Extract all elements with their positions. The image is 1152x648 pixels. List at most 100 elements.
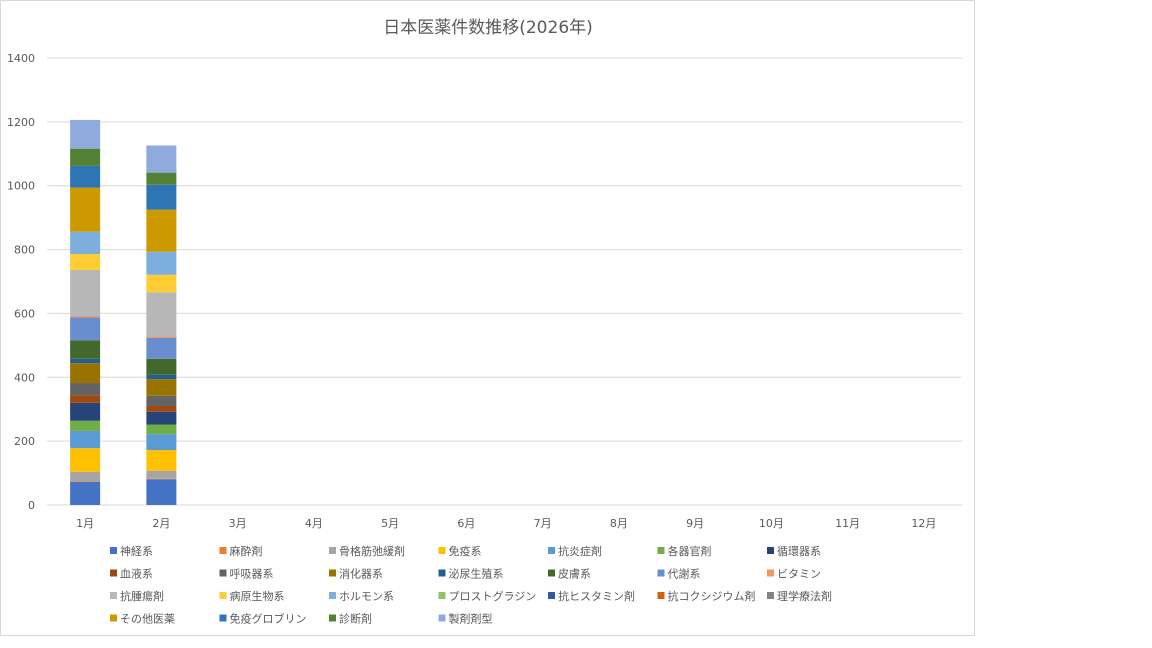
bar-segment — [70, 358, 101, 364]
x-tick-label: 8月 — [610, 517, 628, 530]
bar-segment — [70, 270, 101, 316]
bar-segment — [146, 374, 177, 380]
legend-item: その他医薬 — [110, 613, 175, 626]
legend-item: 代謝系 — [657, 567, 701, 581]
y-tick-label: 800 — [14, 244, 35, 257]
legend-item: 麻酔剤 — [219, 544, 263, 558]
bar-segment — [70, 187, 101, 232]
legend-swatch — [329, 569, 336, 577]
legend-item: 診断剤 — [329, 612, 372, 626]
bar-segment — [70, 317, 101, 341]
legend-item: 皮膚系 — [548, 567, 591, 581]
legend-swatch — [329, 592, 336, 599]
legend-label: プロストグラジン — [449, 589, 537, 603]
legend-swatch — [110, 547, 117, 554]
legend-swatch — [329, 547, 336, 554]
legend-label: 抗腫瘍剤 — [120, 589, 164, 603]
legend-item: 泌尿生殖系 — [438, 567, 504, 581]
bar-segment — [70, 148, 101, 166]
bar-segment — [146, 251, 177, 275]
bar-segment — [146, 470, 177, 479]
legend-label: 免疫グロブリン — [230, 612, 307, 626]
y-tick-label: 600 — [14, 307, 35, 320]
legend-label: 診断剤 — [339, 612, 372, 626]
bar-segment — [70, 481, 101, 483]
legend-item: 抗炎症剤 — [548, 544, 602, 558]
legend-label: 抗コクシジウム剤 — [668, 589, 756, 603]
legend-label: 泌尿生殖系 — [449, 567, 504, 581]
x-tick-label: 10月 — [759, 517, 784, 530]
legend-item: 理学療法剤 — [767, 589, 832, 603]
bar-segment — [70, 231, 101, 255]
y-tick-label: 1000 — [7, 180, 35, 193]
legend-swatch — [548, 592, 555, 599]
legend-label: 抗ヒスタミン剤 — [558, 589, 635, 603]
bar-segment — [70, 402, 101, 421]
x-tick-label: 2月 — [152, 517, 170, 530]
bar-segment — [146, 450, 177, 471]
legend-label: 循環器系 — [777, 545, 821, 558]
legend-item: プロストグラジン — [438, 589, 537, 603]
x-tick-label: 4月 — [305, 517, 323, 530]
x-tick-label: 6月 — [457, 517, 475, 530]
bar-segment — [146, 209, 177, 252]
legend-label: 病原生物系 — [230, 589, 285, 603]
bar-segment — [70, 448, 101, 472]
bar-segment — [70, 119, 101, 149]
legend-label: 免疫系 — [449, 544, 482, 558]
bar-segment — [146, 292, 177, 337]
legend-swatch — [657, 592, 665, 599]
legend-label: 血液系 — [120, 567, 153, 581]
bar-segment — [146, 172, 177, 185]
legend-label: 呼吸器系 — [230, 568, 274, 581]
x-tick-label: 12月 — [911, 517, 936, 530]
legend-label: 各器官剤 — [668, 544, 712, 558]
legend-item: 病原生物系 — [219, 589, 285, 603]
y-tick-label: 1200 — [7, 116, 35, 129]
bar-segment — [70, 315, 101, 318]
legend-item: ビタミン — [767, 568, 821, 581]
legend-item: 呼吸器系 — [219, 568, 274, 581]
legend-label: 消化器系 — [339, 567, 383, 581]
legend-item: 免疫系 — [438, 544, 482, 558]
legend-swatch — [438, 592, 446, 599]
legend: 神経系 麻酔剤 骨格筋弛緩剤 免疫系 抗炎症剤 各器官剤 循環器系血液系 呼吸器系 消化器系 泌尿… — [110, 544, 832, 626]
bar-segment — [70, 363, 101, 384]
bar-segment — [146, 358, 177, 375]
bars — [70, 119, 177, 505]
x-tick-label: 11月 — [835, 517, 860, 530]
y-tick-label: 400 — [14, 371, 35, 384]
legend-label: 抗炎症剤 — [558, 544, 602, 558]
bar-segment — [146, 406, 177, 412]
legend-swatch — [110, 592, 117, 599]
legend-label: その他医薬 — [120, 613, 175, 626]
legend-swatch — [438, 569, 446, 577]
legend-swatch — [438, 547, 446, 554]
bar-segment — [146, 424, 177, 435]
legend-label: 神経系 — [120, 544, 153, 558]
y-tick-label: 200 — [14, 435, 35, 448]
gridlines — [47, 57, 962, 506]
x-tick-label: 1月 — [76, 517, 94, 530]
legend-label: 骨格筋弛緩剤 — [339, 544, 405, 558]
legend-swatch — [219, 569, 227, 577]
y-axis-ticks: 0 200 400 600 800 1000 1200 1400 — [7, 52, 35, 512]
x-tick-label: 9月 — [686, 517, 704, 530]
bar-segment — [146, 184, 177, 210]
x-tick-label: 3月 — [229, 517, 247, 530]
legend-label: ホルモン系 — [339, 590, 394, 603]
bar-segment — [146, 274, 177, 293]
legend-swatch — [657, 569, 665, 577]
bar-segment — [146, 336, 177, 338]
bar-segment — [70, 254, 101, 271]
legend-swatch — [438, 614, 446, 622]
legend-swatch — [548, 547, 555, 554]
legend-swatch — [219, 592, 227, 599]
legend-swatch — [548, 569, 555, 577]
bar-segment — [146, 395, 177, 407]
legend-item: 骨格筋弛緩剤 — [329, 544, 405, 558]
legend-label: 皮膚系 — [558, 567, 591, 581]
bar-segment — [146, 411, 177, 425]
x-tick-label: 5月 — [381, 517, 399, 530]
bar-segment — [146, 479, 177, 505]
